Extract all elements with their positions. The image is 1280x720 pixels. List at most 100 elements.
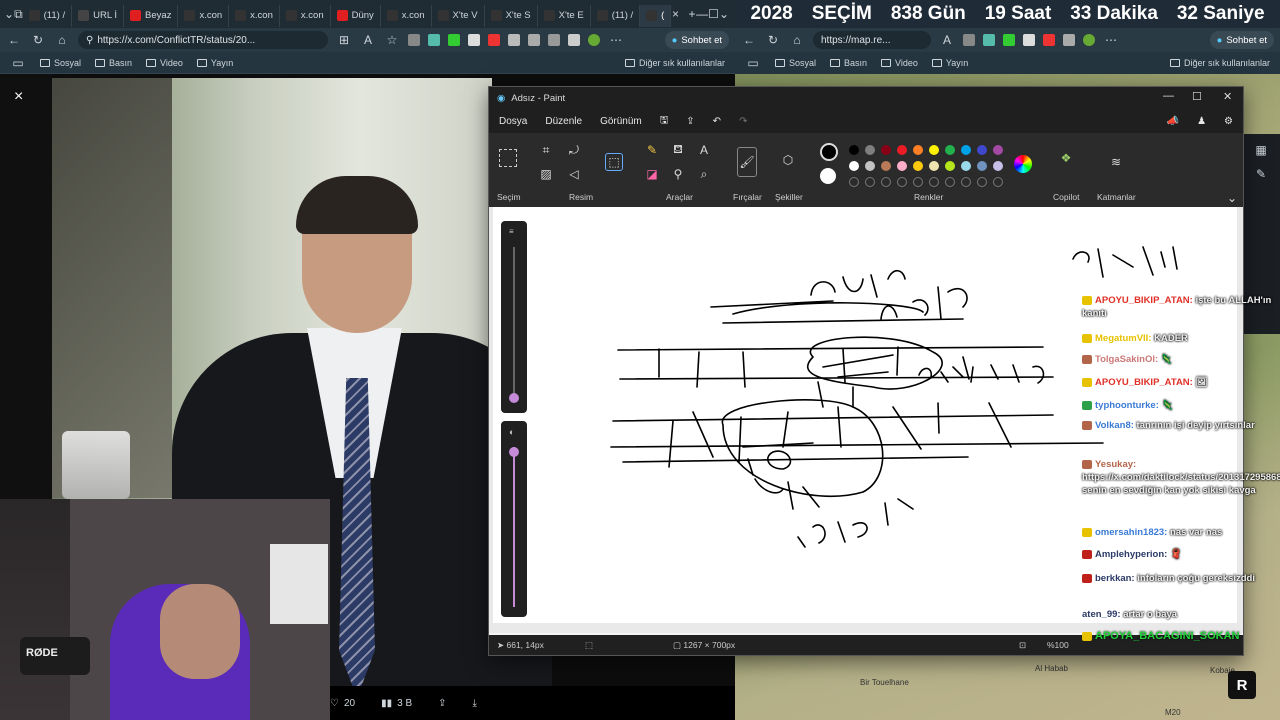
browser-tab[interactable]: x.con — [229, 4, 280, 27]
home-icon[interactable]: ⌂ — [789, 32, 805, 48]
copilot-chat-button[interactable]: ● Sohbet et — [1209, 31, 1274, 49]
fill-icon[interactable]: ⛾ — [669, 141, 687, 159]
minimize-icon[interactable]: — — [696, 6, 708, 22]
other-bookmarks[interactable]: Diğer sık kullanılanlar — [1169, 58, 1270, 68]
empty-custom-swatch[interactable] — [881, 177, 891, 187]
collections-icon[interactable]: ▭ — [10, 55, 26, 71]
chat-username[interactable]: omersahin1823: — [1095, 527, 1167, 538]
fit-to-window-icon[interactable]: ⊡ — [1019, 640, 1026, 651]
bookmark-folder[interactable]: Basın — [95, 58, 132, 68]
browser-tab[interactable]: URL İ — [72, 4, 125, 27]
browser-tab[interactable]: X'te S — [485, 4, 538, 27]
shapes-icon[interactable]: ⬡ — [779, 151, 797, 169]
chat-username[interactable]: MegatumVII: — [1095, 333, 1151, 344]
extension-icon[interactable] — [468, 34, 480, 46]
collections-icon[interactable]: ▭ — [745, 55, 761, 71]
empty-custom-swatch[interactable] — [993, 177, 1003, 187]
chat-username[interactable]: berkkan: — [1095, 573, 1135, 584]
empty-custom-swatch[interactable] — [977, 177, 987, 187]
chat-username[interactable]: APOYU_BIKIP_ATAN: — [1095, 295, 1193, 306]
palette-swatch[interactable] — [913, 161, 923, 171]
empty-custom-swatch[interactable] — [945, 177, 955, 187]
palette-swatch[interactable] — [945, 145, 955, 155]
chat-username[interactable]: aten_99: — [1082, 609, 1121, 620]
palette-swatch[interactable] — [993, 161, 1003, 171]
r-badge[interactable]: R — [1228, 671, 1256, 699]
browser-tab[interactable]: x.con — [178, 4, 230, 27]
brush-icon[interactable]: 🖌 — [737, 147, 757, 177]
chat-username[interactable]: Amplehyperion: — [1095, 549, 1167, 560]
extension-icon[interactable] — [408, 34, 420, 46]
empty-custom-swatch[interactable] — [849, 177, 859, 187]
browser-tab[interactable]: x.con — [381, 4, 432, 27]
bookmark-folder[interactable]: Yayın — [931, 58, 968, 68]
close-photo-icon[interactable]: × — [14, 88, 23, 106]
more-menu-icon[interactable]: ⋯ — [608, 32, 624, 48]
copilot-icon[interactable]: ❖ — [1057, 149, 1075, 167]
menu-edit[interactable]: Düzenle — [545, 116, 582, 127]
magnifier-icon[interactable]: ⌕ — [695, 165, 713, 183]
maximize-icon[interactable]: ☐ — [1192, 90, 1202, 103]
palette-swatch[interactable] — [849, 161, 859, 171]
extension-icon[interactable] — [508, 34, 520, 46]
tab-menu-chevron-icon[interactable]: ⌄ — [4, 6, 14, 22]
slider-thumb[interactable] — [509, 393, 519, 403]
empty-custom-swatch[interactable] — [929, 177, 939, 187]
favorite-star-icon[interactable]: ☆ — [384, 32, 400, 48]
palette-swatch[interactable] — [865, 145, 875, 155]
image-creator-icon[interactable]: ⬚ — [605, 153, 623, 171]
undo-icon[interactable]: ↶ — [713, 116, 721, 127]
share-icon[interactable]: ⇪ — [686, 116, 694, 127]
bookmark-folder[interactable]: Video — [881, 58, 918, 68]
save-icon[interactable]: 🖫 — [660, 113, 669, 130]
browser-tab[interactable]: ( — [640, 4, 672, 27]
extension-icon[interactable] — [963, 34, 975, 46]
browser-tab[interactable]: (11) / — [591, 4, 641, 27]
empty-custom-swatch[interactable] — [913, 177, 923, 187]
site-info-icon[interactable]: ⚲ — [86, 35, 93, 46]
extension-icon[interactable] — [1003, 34, 1015, 46]
zoom-level[interactable]: %100 — [1047, 640, 1069, 650]
palette-swatch[interactable] — [865, 161, 875, 171]
close-icon[interactable]: ✕ — [1223, 90, 1232, 103]
palette-swatch[interactable] — [977, 161, 987, 171]
maximize-icon[interactable]: ☐ — [708, 6, 719, 22]
extension-icon[interactable] — [528, 34, 540, 46]
profile-avatar[interactable] — [1083, 34, 1095, 46]
resize-icon[interactable]: ▨ — [537, 165, 555, 183]
edit-colors-icon[interactable] — [1014, 155, 1032, 173]
like-button[interactable]: ♡ 20 — [330, 698, 355, 709]
empty-custom-swatch[interactable] — [865, 177, 875, 187]
extension-icon[interactable] — [568, 34, 580, 46]
profile-avatar[interactable] — [588, 34, 600, 46]
chat-username[interactable]: Yesukay: — [1095, 459, 1136, 470]
bookmark-folder[interactable]: Yayın — [196, 58, 233, 68]
read-aloud-icon[interactable]: A — [939, 32, 955, 48]
palette-swatch[interactable] — [913, 145, 923, 155]
palette-swatch[interactable] — [929, 145, 939, 155]
refresh-icon[interactable]: ↻ — [765, 32, 781, 48]
chat-username[interactable]: Volkan8: — [1095, 420, 1134, 431]
palette-swatch[interactable] — [881, 161, 891, 171]
split-screen-icon[interactable]: ⊞ — [336, 32, 352, 48]
extension-icon[interactable] — [428, 34, 440, 46]
palette-swatch[interactable] — [961, 145, 971, 155]
browser-tab[interactable]: x.con — [280, 4, 331, 27]
back-icon[interactable]: ← — [741, 32, 757, 48]
crop-icon[interactable]: ⌗ — [537, 141, 555, 159]
extension-icon[interactable] — [1043, 34, 1055, 46]
brush-size-slider[interactable]: ≡ — [501, 221, 527, 413]
palette-swatch[interactable] — [881, 145, 891, 155]
palette-swatch[interactable] — [897, 145, 907, 155]
settings-gear-icon[interactable]: ⚙ — [1224, 116, 1233, 127]
chat-username[interactable]: APOYU_BIKIP_ATAN: — [1095, 377, 1193, 388]
pencil-icon[interactable]: ✎ — [643, 141, 661, 159]
browser-tab[interactable]: Beyaz — [124, 4, 179, 27]
read-aloud-icon[interactable]: A — [360, 32, 376, 48]
layers-icon[interactable]: ≋ — [1107, 153, 1125, 171]
secondary-color-swatch[interactable] — [820, 168, 836, 184]
empty-custom-swatch[interactable] — [897, 177, 907, 187]
close-tab-icon[interactable]: × — [671, 6, 679, 22]
extension-icon[interactable] — [983, 34, 995, 46]
palette-swatch[interactable] — [961, 161, 971, 171]
